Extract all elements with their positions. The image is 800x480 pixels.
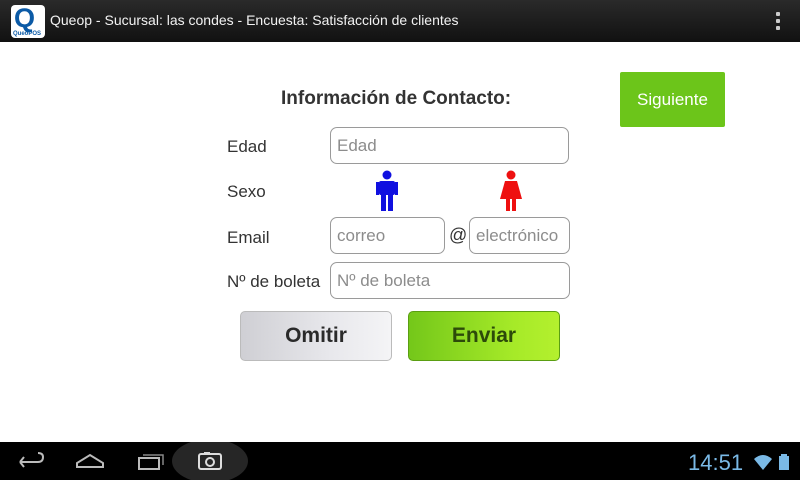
age-label: Edad <box>227 137 267 156</box>
screenshot-icon[interactable] <box>170 442 250 480</box>
overflow-menu-icon[interactable] <box>776 12 780 30</box>
at-sign: @ <box>449 225 468 245</box>
send-button[interactable]: Enviar <box>408 311 560 361</box>
system-nav-bar <box>0 442 800 480</box>
form-heading: Información de Contacto: <box>281 88 512 109</box>
female-icon[interactable] <box>499 170 523 212</box>
wifi-icon <box>754 455 772 470</box>
recent-apps-icon[interactable] <box>136 442 166 480</box>
back-icon[interactable] <box>14 442 48 480</box>
email-domain-input[interactable] <box>469 217 570 254</box>
gender-label: Sexo <box>227 182 266 201</box>
receipt-input[interactable] <box>330 262 570 299</box>
home-icon[interactable] <box>74 442 106 480</box>
logo-subtext: QueoPOS <box>13 31 42 37</box>
omit-button[interactable]: Omitir <box>240 311 392 361</box>
age-input[interactable] <box>330 127 569 164</box>
app-title: Queop - Sucursal: las condes - Encuesta:… <box>50 12 459 28</box>
battery-icon <box>779 454 789 470</box>
email-user-input[interactable] <box>330 217 445 254</box>
male-icon[interactable] <box>376 170 398 212</box>
next-button[interactable]: Siguiente <box>620 72 725 127</box>
logo-letter: Q <box>14 3 36 33</box>
action-bar: Q QueoPOS Queop - Sucursal: las condes -… <box>0 0 800 42</box>
app-logo[interactable]: Q QueoPOS <box>11 3 45 38</box>
email-label: Email <box>227 228 270 247</box>
clock: 14:51 <box>688 450 744 475</box>
receipt-label: Nº de boleta <box>227 272 321 291</box>
